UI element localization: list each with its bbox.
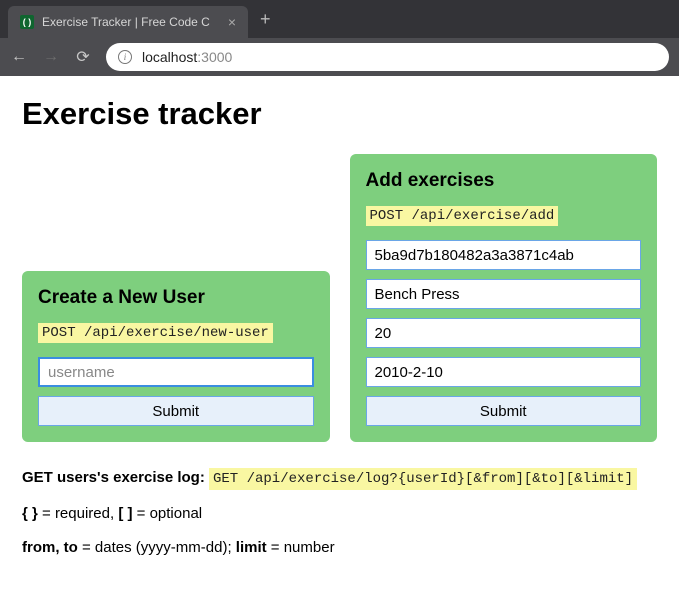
create-user-title: Create a New User [38, 287, 314, 309]
create-user-endpoint: POST /api/exercise/new-user [38, 323, 273, 343]
back-button[interactable]: ← [10, 48, 28, 66]
duration-input[interactable] [366, 318, 642, 348]
favicon-icon: ( ) [20, 15, 34, 29]
user-id-input[interactable] [366, 240, 642, 270]
forward-button[interactable]: → [42, 48, 60, 66]
tab-title: Exercise Tracker | Free Code C [42, 15, 220, 29]
docs-fromto-label: from, to [22, 539, 78, 556]
add-exercise-endpoint: POST /api/exercise/add [366, 206, 559, 226]
add-exercise-submit-button[interactable]: Submit [366, 396, 642, 426]
browser-chrome: ( ) Exercise Tracker | Free Code C × + ←… [0, 0, 679, 76]
docs-log-line: GET users's exercise log: GET /api/exerc… [22, 468, 657, 490]
docs-optional-text: = optional [132, 505, 202, 522]
browser-tab[interactable]: ( ) Exercise Tracker | Free Code C × [8, 6, 248, 38]
browser-toolbar: ← → ⟳ i localhost:3000 [0, 38, 679, 76]
info-icon[interactable]: i [118, 50, 132, 64]
close-icon[interactable]: × [228, 14, 236, 30]
docs-params-line: from, to = dates (yyyy-mm-dd); limit = n… [22, 538, 657, 558]
cards-row: Create a New User POST /api/exercise/new… [22, 154, 657, 442]
create-user-card: Create a New User POST /api/exercise/new… [22, 271, 330, 442]
reload-button[interactable]: ⟳ [74, 47, 92, 67]
docs-optional-symbol: [ ] [118, 505, 132, 522]
new-tab-button[interactable]: + [248, 5, 283, 34]
add-exercise-title: Add exercises [366, 170, 642, 192]
docs-required-text: = required, [38, 505, 118, 522]
url-bar[interactable]: i localhost:3000 [106, 43, 669, 71]
docs-limit-text: = number [267, 539, 335, 556]
add-exercise-card: Add exercises POST /api/exercise/add Sub… [350, 154, 658, 442]
page-title: Exercise tracker [22, 96, 657, 132]
docs-required-symbol: { } [22, 505, 38, 522]
docs-section: GET users's exercise log: GET /api/exerc… [22, 468, 657, 557]
docs-fromto-text: = dates (yyyy-mm-dd); [78, 539, 236, 556]
date-input[interactable] [366, 357, 642, 387]
create-user-submit-button[interactable]: Submit [38, 396, 314, 426]
docs-log-endpoint: GET /api/exercise/log?{userId}[&from][&t… [209, 468, 637, 490]
tab-bar: ( ) Exercise Tracker | Free Code C × + [0, 0, 679, 38]
description-input[interactable] [366, 279, 642, 309]
docs-syntax-line: { } = required, [ ] = optional [22, 504, 657, 524]
docs-limit-label: limit [236, 539, 267, 556]
url-text: localhost:3000 [142, 49, 232, 65]
page-content: Exercise tracker Create a New User POST … [0, 76, 679, 591]
username-input[interactable] [38, 357, 314, 387]
docs-log-label: GET users's exercise log: [22, 469, 209, 486]
